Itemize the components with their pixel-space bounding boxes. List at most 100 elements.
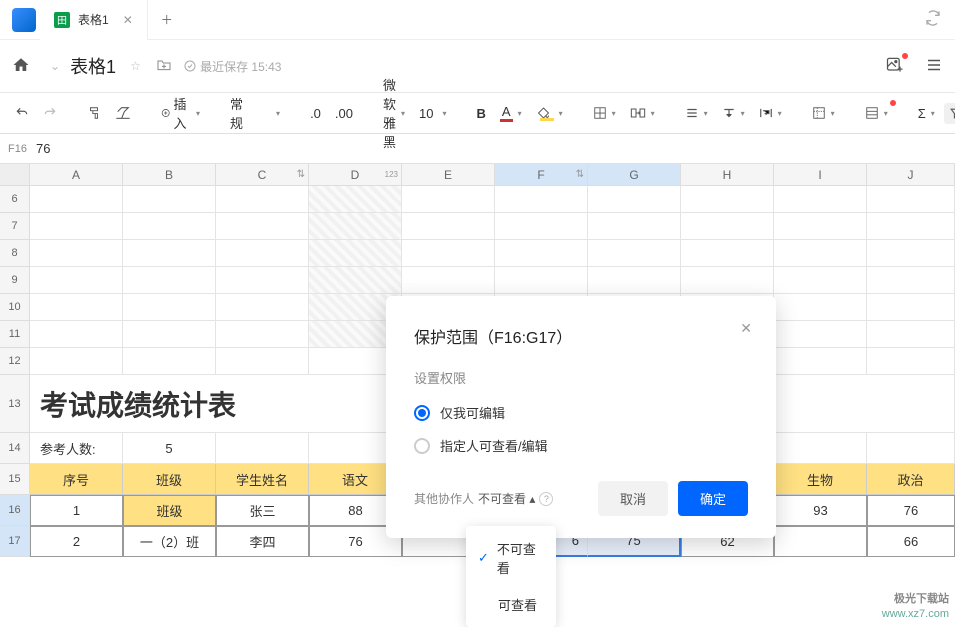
ok-button[interactable]: 确定 bbox=[678, 481, 748, 516]
row-height-button[interactable]: ▾ bbox=[860, 102, 893, 124]
protect-range-dialog: 保护范围（F16:G17） ✕ 设置权限 仅我可编辑 指定人可查看/编辑 其他协… bbox=[386, 296, 776, 538]
table-cell[interactable] bbox=[774, 526, 867, 557]
row-header[interactable]: 12 bbox=[0, 348, 30, 375]
font-color-button[interactable]: A▾ bbox=[495, 100, 527, 126]
menu-item-no-view[interactable]: ✓ 不可查看 bbox=[466, 530, 556, 586]
col-header-d[interactable]: D123 bbox=[309, 164, 402, 186]
undo-button[interactable] bbox=[10, 102, 34, 124]
formula-bar: F16 76 bbox=[0, 134, 955, 164]
title-bar: 田 表格1 ✕ ＋ bbox=[0, 0, 955, 40]
decrease-decimal-button[interactable]: .0 bbox=[305, 102, 326, 125]
col-header-f[interactable]: F⇅ bbox=[495, 164, 588, 186]
document-title[interactable]: 表格1 bbox=[70, 53, 116, 79]
cancel-button[interactable]: 取消 bbox=[598, 481, 668, 516]
new-tab-button[interactable]: ＋ bbox=[152, 5, 182, 35]
cell-label[interactable]: 参考人数: bbox=[30, 433, 123, 464]
font-family-select[interactable]: 微软雅黑▾ bbox=[378, 71, 410, 155]
col-header-i[interactable]: I bbox=[774, 164, 867, 186]
row-header[interactable]: 6 bbox=[0, 186, 30, 213]
col-header-j[interactable]: J bbox=[867, 164, 955, 186]
table-header[interactable]: 生物 bbox=[774, 464, 867, 495]
help-icon[interactable]: ? bbox=[539, 492, 553, 506]
sigma-button[interactable]: Σ▾ bbox=[913, 102, 940, 125]
row-header[interactable]: 14 bbox=[0, 433, 30, 464]
folder-move-icon[interactable] bbox=[156, 58, 174, 75]
star-icon[interactable]: ☆ bbox=[130, 59, 146, 73]
col-header-c[interactable]: C⇅ bbox=[216, 164, 309, 186]
chevron-down-icon[interactable]: ⌄ bbox=[50, 59, 60, 73]
table-cell[interactable]: 张三 bbox=[216, 495, 309, 526]
table-cell[interactable]: 1 bbox=[30, 495, 123, 526]
row-header[interactable]: 16 bbox=[0, 495, 30, 526]
row-header[interactable]: 10 bbox=[0, 294, 30, 321]
close-icon[interactable]: ✕ bbox=[123, 13, 133, 27]
check-icon: ✓ bbox=[478, 550, 489, 566]
vertical-align-button[interactable]: ▾ bbox=[717, 103, 750, 123]
watermark: 极光下载站 www.xz7.com bbox=[882, 592, 949, 621]
filter-button[interactable] bbox=[944, 103, 955, 124]
freeze-panes-button[interactable]: ▾ bbox=[807, 102, 840, 124]
row-header[interactable]: 9 bbox=[0, 267, 30, 294]
redo-button[interactable] bbox=[38, 102, 62, 124]
text-wrap-button[interactable]: ▾ bbox=[754, 103, 787, 123]
number-format-select[interactable]: 常规▾ bbox=[225, 90, 285, 136]
table-header[interactable]: 政治 bbox=[867, 464, 955, 495]
other-collab-label: 其他协作人 不可查看 ▴ ? bbox=[414, 490, 553, 507]
save-status: 最近保存 15:43 bbox=[184, 58, 281, 75]
dialog-subtitle: 设置权限 bbox=[414, 368, 748, 387]
toolbar: 插入▾ 常规▾ .0 .00 微软雅黑▾ 10▾ B A▾ ▾ ▾ ▾ ▾ ▾ … bbox=[0, 92, 955, 134]
radio-assign-users[interactable]: 指定人可查看/编辑 bbox=[414, 436, 748, 455]
cell-value[interactable]: 5 bbox=[123, 433, 216, 464]
table-cell[interactable]: 2 bbox=[30, 526, 123, 557]
col-header-e[interactable]: E bbox=[402, 164, 495, 186]
cell-reference[interactable]: F16 bbox=[0, 143, 28, 155]
font-size-select[interactable]: 10▾ bbox=[414, 102, 451, 125]
table-header[interactable]: 班级 bbox=[123, 464, 216, 495]
row-header[interactable]: 15 bbox=[0, 464, 30, 495]
row-header[interactable]: 11 bbox=[0, 321, 30, 348]
borders-button[interactable]: ▾ bbox=[588, 102, 621, 124]
formula-value[interactable]: 76 bbox=[28, 141, 58, 156]
add-image-icon[interactable] bbox=[885, 55, 905, 78]
dialog-title: 保护范围（F16:G17） bbox=[414, 324, 748, 348]
table-header[interactable]: 学生姓名 bbox=[216, 464, 309, 495]
tab-label: 表格1 bbox=[78, 11, 109, 28]
visibility-dropdown[interactable]: 不可查看 ▴ bbox=[478, 490, 535, 507]
col-header-g[interactable]: G bbox=[588, 164, 681, 186]
tab-document[interactable]: 田 表格1 ✕ bbox=[40, 0, 148, 40]
format-painter-button[interactable] bbox=[82, 102, 106, 124]
table-header[interactable]: 序号 bbox=[30, 464, 123, 495]
table-cell[interactable]: 93 bbox=[774, 495, 867, 526]
increase-decimal-button[interactable]: .00 bbox=[330, 102, 358, 125]
fill-color-button[interactable]: ▾ bbox=[531, 102, 568, 125]
bold-button[interactable]: B bbox=[472, 102, 491, 125]
app-logo[interactable] bbox=[8, 4, 40, 36]
filter-icon[interactable]: ⇅ bbox=[297, 169, 305, 180]
table-cell[interactable]: 66 bbox=[867, 526, 955, 557]
horizontal-align-button[interactable]: ▾ bbox=[680, 103, 713, 123]
menu-item-can-view[interactable]: ✓ 可查看 bbox=[466, 586, 556, 623]
clear-format-button[interactable] bbox=[110, 102, 136, 124]
hamburger-menu-icon[interactable] bbox=[925, 56, 943, 77]
select-all-corner[interactable] bbox=[0, 164, 30, 186]
table-cell[interactable]: 76 bbox=[867, 495, 955, 526]
table-cell[interactable]: 一（2）班 bbox=[123, 526, 216, 557]
filter-icon[interactable]: ⇅ bbox=[576, 169, 584, 180]
close-icon[interactable]: ✕ bbox=[740, 320, 752, 337]
visibility-menu: ✓ 不可查看 ✓ 可查看 bbox=[466, 526, 556, 627]
document-bar: ⌄ 表格1 ☆ 最近保存 15:43 bbox=[0, 40, 955, 92]
col-header-b[interactable]: B bbox=[123, 164, 216, 186]
insert-menu[interactable]: 插入▾ bbox=[156, 90, 205, 136]
col-header-a[interactable]: A bbox=[30, 164, 123, 186]
row-header[interactable]: 7 bbox=[0, 213, 30, 240]
sync-icon[interactable] bbox=[925, 10, 941, 29]
row-header[interactable]: 8 bbox=[0, 240, 30, 267]
col-header-h[interactable]: H bbox=[681, 164, 774, 186]
row-header[interactable]: 17 bbox=[0, 526, 30, 557]
radio-only-me[interactable]: 仅我可编辑 bbox=[414, 403, 748, 422]
row-header[interactable]: 13 bbox=[0, 375, 30, 433]
table-cell[interactable]: 班级 bbox=[123, 495, 216, 526]
home-icon[interactable] bbox=[12, 56, 32, 76]
table-cell[interactable]: 李四 bbox=[216, 526, 309, 557]
merge-cells-button[interactable]: ▾ bbox=[625, 102, 660, 124]
